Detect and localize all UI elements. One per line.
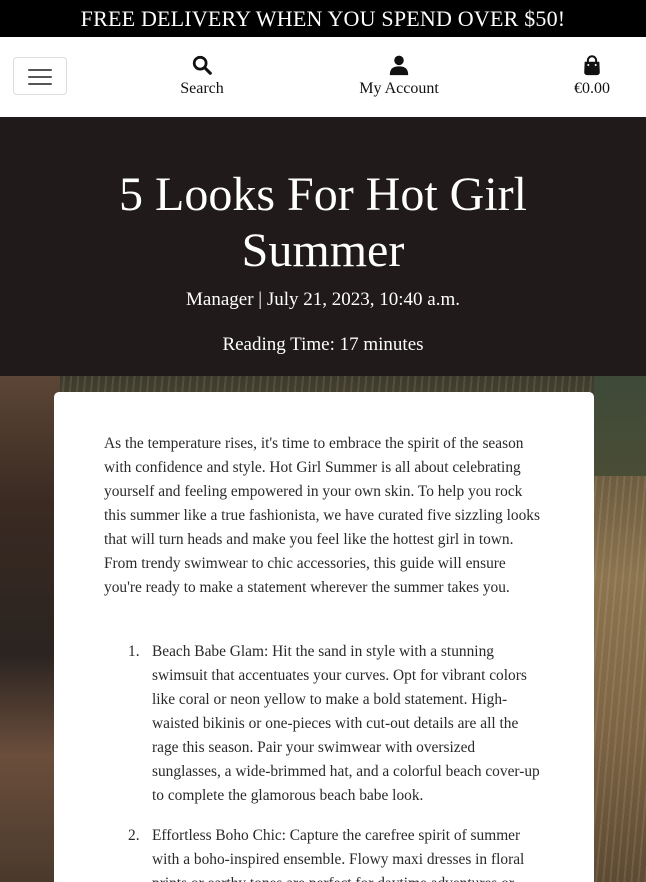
looks-list: 1. Beach Babe Glam: Hit the sand in styl…	[104, 640, 546, 882]
hamburger-icon	[28, 76, 52, 78]
post-intro: As the temperature rises, it's time to e…	[104, 435, 540, 596]
search-link[interactable]: Search	[170, 53, 234, 99]
promo-banner: FREE DELIVERY WHEN YOU SPEND OVER $50!	[0, 0, 646, 37]
navbar: Search My Account €0.00	[0, 37, 646, 117]
list-item-text: Beach Babe Glam: Hit the sand in style w…	[152, 643, 540, 804]
background-photo: As the temperature rises, it's time to e…	[0, 376, 646, 882]
account-label: My Account	[359, 80, 439, 97]
list-item-text: Effortless Boho Chic: Capture the carefr…	[152, 827, 525, 882]
post-header: 5 Looks For Hot Girl Summer Manager | Ju…	[0, 117, 646, 376]
list-number: 1.	[128, 643, 140, 660]
search-label: Search	[180, 80, 224, 97]
post-content-card: As the temperature rises, it's time to e…	[54, 392, 594, 882]
account-link[interactable]: My Account	[352, 53, 446, 99]
user-icon	[389, 55, 409, 76]
cart-total: €0.00	[574, 80, 610, 97]
cart-link[interactable]: €0.00	[566, 53, 618, 99]
menu-toggle-button[interactable]	[13, 57, 67, 95]
hamburger-icon	[28, 83, 52, 85]
list-number: 2.	[128, 827, 140, 844]
model-photo-area	[0, 376, 60, 882]
post-title: 5 Looks For Hot Girl Summer	[119, 168, 527, 277]
list-item: 2. Effortless Boho Chic: Capture the car…	[104, 824, 546, 882]
search-icon	[192, 55, 212, 75]
hamburger-icon	[28, 69, 52, 71]
shopping-bag-icon	[584, 55, 600, 76]
tree-line	[594, 376, 646, 476]
list-item: 1. Beach Babe Glam: Hit the sand in styl…	[104, 640, 546, 808]
post-meta: Manager | July 21, 2023, 10:40 a.m.	[186, 289, 460, 310]
reading-time: Reading Time: 17 minutes	[222, 334, 424, 355]
